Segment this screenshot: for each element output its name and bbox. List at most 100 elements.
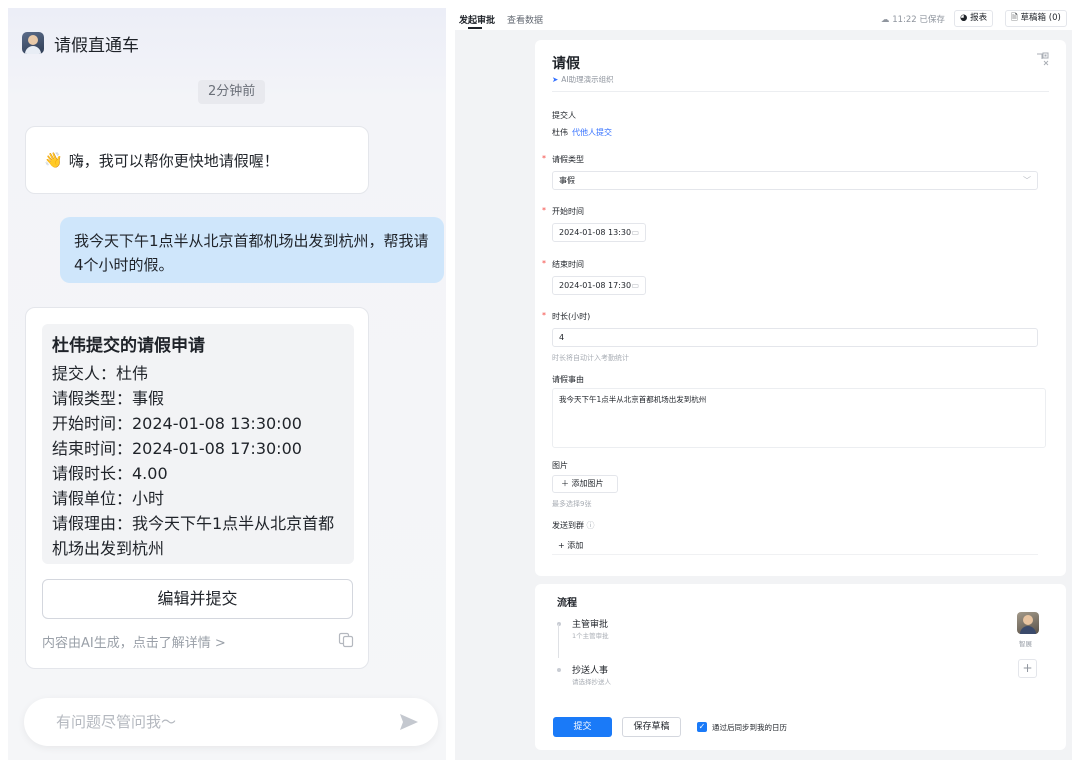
chat-panel: 请假直通车 2分钟前 👋 嗨，我可以帮你更快地请假喔！ 我今天下午1点半从北京首… [8,8,446,760]
ai-disclaimer-link[interactable]: 内容由AI生成，点击了解详情 > [42,632,226,651]
start-time-label: * 开始时间 [542,206,584,217]
bot-greeting-bubble: 👋 嗨，我可以帮你更快地请假喔！ [25,126,369,194]
form-subtitle: ➤ AI助理演示组织 [552,74,614,85]
sync-calendar-label: 通过后同步到我的日历 [712,723,787,732]
help-circle-icon: ⓘ [586,521,595,530]
leave-request-card: 杜伟提交的请假申请 提交人：杜伟 请假类型：事假 开始时间：2024-01-08… [25,307,369,669]
start-time-value: 2024-01-08 13:30 [559,228,632,237]
duration-help: 时长将自动计入考勤统计 [552,354,629,362]
bot-greeting-text: 嗨，我可以帮你更快地请假喔！ [68,151,279,170]
summary-line: 请假类型：事假 [52,389,165,408]
submit-for-others-link[interactable]: 代他人提交 [572,128,612,137]
form-subtitle-text: AI助理演示组织 [561,75,614,84]
flow-node-desc: 请选择抄送人 [572,678,611,686]
summary-line: 提交人：杜伟 [52,364,149,383]
submitter-name: 杜伟 [552,128,568,137]
send-icon[interactable] [398,711,420,733]
add-image-label: 添加图片 [571,479,604,488]
report-label: 报表 [970,13,988,23]
leave-type-label-text: 请假类型 [552,155,584,164]
form-title: 请假 [552,56,580,72]
save-status-text: 11:22 已保存 [892,15,945,25]
ai-pointer-icon: ➤ [552,75,559,84]
sync-calendar-checkbox[interactable]: ✓ [697,722,707,732]
end-time-label-text: 结束时间 [552,260,584,269]
reason-textarea[interactable]: 我今天下午1点半从北京首都机场出发到杭州 [552,388,1046,448]
summary-line: 请假理由：我今天下午1点半从北京首都机场出发到杭州 [52,514,335,558]
approval-form-app: 发起审批 查看数据 ☁ 11:22 已保存 ◕ 报表 🗎 草稿箱 (0) 请假 … [455,8,1072,760]
copy-icon[interactable] [338,632,354,648]
approver-name: 智展 [1019,640,1032,648]
chat-title: 请假直通车 [54,35,139,56]
start-time-picker[interactable]: 2024-01-08 13:30 ▭ [552,223,646,242]
image-label: 图片 [552,461,568,470]
flow-card: 流程 主管审批 1个主管审批 智展 抄送人事 请选择抄送人 + 提交 保存草稿 … [535,584,1066,750]
report-button[interactable]: ◕ 报表 [954,10,994,27]
summary-line: 结束时间：2024-01-08 17:30:00 [52,439,302,458]
save-status: ☁ 11:22 已保存 [881,13,945,25]
approver-avatar[interactable] [1017,612,1039,634]
drafts-icon: 🗎 [1011,13,1018,23]
form-card: 请假 ➤ AI助理演示组织 提交人 杜伟 代他人提交 * 请假类型 事假 ﹀ * 开始时… [535,40,1066,576]
flow-title: 流程 [557,598,577,609]
summary-line: 请假时长：4.00 [52,464,168,483]
summary-line: 开始时间：2024-01-08 13:30:00 [52,414,302,433]
chat-input-bar [24,698,438,746]
flow-node-name: 主管审批 [572,620,609,630]
required-marker: * [542,154,546,163]
send-to-group-label: 发送到群 ⓘ [552,520,595,531]
save-draft-button[interactable]: 保存草稿 [622,717,681,737]
summary-line: 请假单位：小时 [52,489,165,508]
flow-node-name: 抄送人事 [572,666,609,676]
user-message-bubble: 我今天下午1点半从北京首都机场出发到杭州，帮我请4个小时的假。 [60,217,444,283]
cloud-icon: ☁ [881,15,890,25]
title-divider [552,91,1049,92]
chevron-down-icon: ﹀ [1023,176,1031,185]
edit-and-submit-button[interactable]: 编辑并提交 [42,579,353,619]
duration-label: * 时长(小时) [542,311,591,322]
required-marker: * [542,206,546,215]
duration-label-text: 时长(小时) [552,312,591,321]
chat-input[interactable] [56,713,376,731]
chart-icon: ◕ [960,13,968,23]
bot-avatar [22,32,44,54]
qr-code-icon[interactable] [1036,52,1050,66]
waving-hand-icon: 👋 [44,151,63,169]
send-to-group-label-text: 发送到群 [552,521,584,530]
reason-label: 请假事由 [552,375,584,384]
end-time-value: 2024-01-08 17:30 [559,281,632,290]
leave-type-select[interactable]: 事假 ﹀ [552,171,1038,190]
active-tab-indicator [468,27,482,29]
add-image-button[interactable]: ＋ 添加图片 [552,475,618,493]
tab-view-data[interactable]: 查看数据 [507,13,543,26]
drafts-label: 草稿箱 (0) [1020,13,1061,23]
required-marker: * [542,259,546,268]
chat-header: 请假直通车 [8,8,446,78]
summary-title: 杜伟提交的请假申请 [52,336,205,356]
top-bar: 发起审批 查看数据 ☁ 11:22 已保存 ◕ 报表 🗎 草稿箱 (0) [455,8,1072,30]
calendar-icon: ▭ [631,228,639,237]
submitter-label: 提交人 [552,111,576,120]
submit-button[interactable]: 提交 [553,717,612,737]
calendar-icon: ▭ [631,281,639,290]
drafts-button[interactable]: 🗎 草稿箱 (0) [1005,10,1067,27]
leave-type-value: 事假 [559,176,575,185]
flow-dot [557,668,561,672]
end-time-picker[interactable]: 2024-01-08 17:30 ▭ [552,276,646,295]
plus-icon: ＋ [561,479,569,488]
tab-initiate-approval[interactable]: 发起审批 [459,13,495,26]
flow-connector [558,624,559,658]
screen: 请假直通车 2分钟前 👋 嗨，我可以帮你更快地请假喔！ 我今天下午1点半从北京首… [0,0,1080,765]
duration-input[interactable]: 4 [552,328,1038,347]
leave-type-label: * 请假类型 [542,154,584,165]
required-marker: * [542,311,546,320]
leave-request-summary: 杜伟提交的请假申请 提交人：杜伟 请假类型：事假 开始时间：2024-01-08… [42,324,354,564]
add-cc-button[interactable]: + [1018,659,1037,678]
add-group-button[interactable]: + 添加 [552,536,1038,555]
start-time-label-text: 开始时间 [552,207,584,216]
image-help: 最多选择9张 [552,500,592,508]
time-chip: 2分钟前 [198,80,266,104]
submitter-value: 杜伟 代他人提交 [552,127,612,138]
flow-node-desc: 1个主管审批 [572,632,609,640]
end-time-label: * 结束时间 [542,259,584,270]
